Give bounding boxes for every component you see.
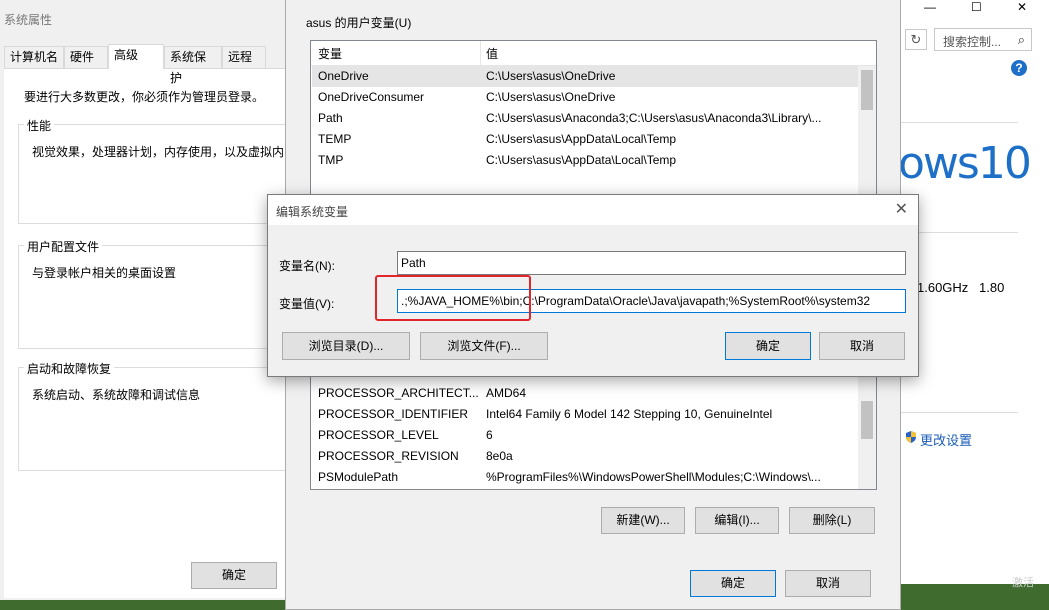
scrollbar[interactable] <box>858 363 876 489</box>
var-name: TMP <box>318 153 344 167</box>
env-ok-button[interactable]: 确定 <box>690 570 776 597</box>
var-value: Intel64 Family 6 Model 142 Stepping 10, … <box>486 407 773 421</box>
performance-group <box>18 124 290 224</box>
help-icon[interactable]: ? <box>1011 60 1027 76</box>
title-bar: 编辑系统变量 ✕ <box>268 195 918 225</box>
var-value: C:\Users\asus\Anaconda3;C:\Users\asus\An… <box>486 111 822 125</box>
group-text: 与登录帐户相关的桌面设置 <box>32 266 177 280</box>
shield-icon <box>906 431 916 443</box>
edit-button[interactable]: 编辑(I)... <box>695 507 779 534</box>
var-name: TEMP <box>318 132 352 146</box>
var-value: C:\Users\asus\AppData\Local\Temp <box>486 132 677 146</box>
var-name: PROCESSOR_ARCHITECT... <box>318 386 479 400</box>
scrollbar-thumb[interactable] <box>861 70 873 110</box>
group-text: 系统启动、系统故障和调试信息 <box>32 388 201 402</box>
list-header: 变量 值 <box>311 41 876 66</box>
var-value: C:\Users\asus\OneDrive <box>486 69 616 83</box>
var-name: PROCESSOR_LEVEL <box>318 428 439 442</box>
edit-ok-button[interactable]: 确定 <box>725 332 811 360</box>
column-header-value[interactable]: 值 <box>486 45 498 62</box>
tab-advanced[interactable]: 高级 <box>108 44 164 69</box>
list-item[interactable]: OneDriveConsumer C:\Users\asus\OneDrive <box>312 87 858 108</box>
user-profiles-group <box>18 245 290 349</box>
var-name: Path <box>318 111 343 125</box>
tab-system-protection[interactable]: 系统保护 <box>164 46 222 85</box>
startup-recovery-group <box>18 367 290 471</box>
tab-hardware[interactable]: 硬件 <box>64 46 108 68</box>
user-vars-label: asus 的用户变量(U) <box>306 16 412 30</box>
minimize-button[interactable]: — <box>924 0 936 14</box>
sysprop-ok-button[interactable]: 确定 <box>191 562 277 589</box>
new-button[interactable]: 新建(W)... <box>601 507 685 534</box>
search-input[interactable]: 搜索控制... ⌕ <box>934 28 1032 51</box>
divider <box>900 412 1018 413</box>
refresh-icon[interactable]: ↻ <box>905 29 927 50</box>
cpu-speed-max: 1.80 <box>979 280 1005 295</box>
var-name: OneDrive <box>318 69 369 83</box>
var-name: OneDriveConsumer <box>318 90 425 104</box>
activation-watermark: 激活 <box>1012 577 1034 589</box>
group-label: 用户配置文件 <box>24 238 103 255</box>
env-cancel-button[interactable]: 取消 <box>785 570 871 597</box>
group-label: 性能 <box>24 117 55 134</box>
search-placeholder: 搜索控制... <box>943 35 1002 49</box>
variable-value-label: 变量值(V): <box>279 297 335 311</box>
list-item[interactable]: Path C:\Users\asus\Anaconda3;C:\Users\as… <box>312 108 858 129</box>
variable-name-field[interactable]: Path <box>397 251 906 275</box>
list-item[interactable]: TMP C:\Users\asus\AppData\Local\Temp <box>312 150 858 171</box>
list-item[interactable]: PROCESSOR_ARCHITECT... AMD64 <box>312 383 858 404</box>
group-text: 视觉效果，处理器计划，内存使用，以及虚拟内 <box>32 145 285 159</box>
dialog-title: 编辑系统变量 <box>276 205 349 219</box>
highlight-box <box>375 275 531 321</box>
close-button[interactable]: ✕ <box>1017 0 1027 14</box>
list-item[interactable]: PROCESSOR_REVISION 8e0a <box>312 446 858 467</box>
var-name: PROCESSOR_REVISION <box>318 449 459 463</box>
list-item[interactable]: PROCESSOR_LEVEL 6 <box>312 425 858 446</box>
search-icon[interactable]: ⌕ <box>1018 32 1025 48</box>
column-header-name[interactable]: 变量 <box>318 45 342 62</box>
scrollbar[interactable] <box>858 66 876 199</box>
var-value: AMD64 <box>486 386 527 400</box>
cpu-speed: 1.60GHz <box>917 280 969 295</box>
divider <box>900 122 1018 123</box>
var-value: C:\Users\asus\OneDrive <box>486 90 616 104</box>
maximize-button[interactable]: ☐ <box>971 0 982 14</box>
list-item[interactable]: OneDrive C:\Users\asus\OneDrive <box>312 66 858 87</box>
scrollbar-thumb[interactable] <box>861 401 873 439</box>
variable-name-label: 变量名(N): <box>279 259 335 273</box>
tab-strip: 计算机名 硬件 高级 系统保护 远程 <box>4 44 290 85</box>
admin-note: 要进行大多数更改，你必须作为管理员登录。 <box>24 90 265 104</box>
group-label: 启动和故障恢复 <box>24 360 115 377</box>
var-value: %ProgramFiles%\WindowsPowerShell\Modules… <box>486 470 821 484</box>
var-value: 6 <box>486 428 493 442</box>
var-name: PSModulePath <box>318 470 399 484</box>
browse-directory-button[interactable]: 浏览目录(D)... <box>282 332 410 360</box>
user-vars-list[interactable]: 变量 值 OneDrive C:\Users\asus\OneDrive One… <box>310 40 877 200</box>
dialog-title: 系统属性 <box>4 13 53 27</box>
system-vars-list[interactable]: PROCESSOR_ARCHITECT... AMD64 PROCESSOR_I… <box>310 362 877 490</box>
close-icon[interactable]: ✕ <box>895 199 908 219</box>
browse-file-button[interactable]: 浏览文件(F)... <box>420 332 548 360</box>
tab-computer-name[interactable]: 计算机名 <box>4 46 64 68</box>
var-value: C:\Users\asus\AppData\Local\Temp <box>486 153 677 167</box>
list-item[interactable]: TEMP C:\Users\asus\AppData\Local\Temp <box>312 129 858 150</box>
change-settings-link[interactable]: 更改设置 <box>920 430 972 449</box>
var-value: 8e0a <box>486 449 513 463</box>
list-item[interactable]: PSModulePath %ProgramFiles%\WindowsPower… <box>312 467 858 488</box>
edit-cancel-button[interactable]: 取消 <box>819 332 905 360</box>
windows-logo-text: ows10 <box>898 138 1032 189</box>
tab-remote[interactable]: 远程 <box>222 46 266 68</box>
delete-button[interactable]: 删除(L) <box>789 507 875 534</box>
var-name: PROCESSOR_IDENTIFIER <box>318 407 469 421</box>
list-item[interactable]: PROCESSOR_IDENTIFIER Intel64 Family 6 Mo… <box>312 404 858 425</box>
